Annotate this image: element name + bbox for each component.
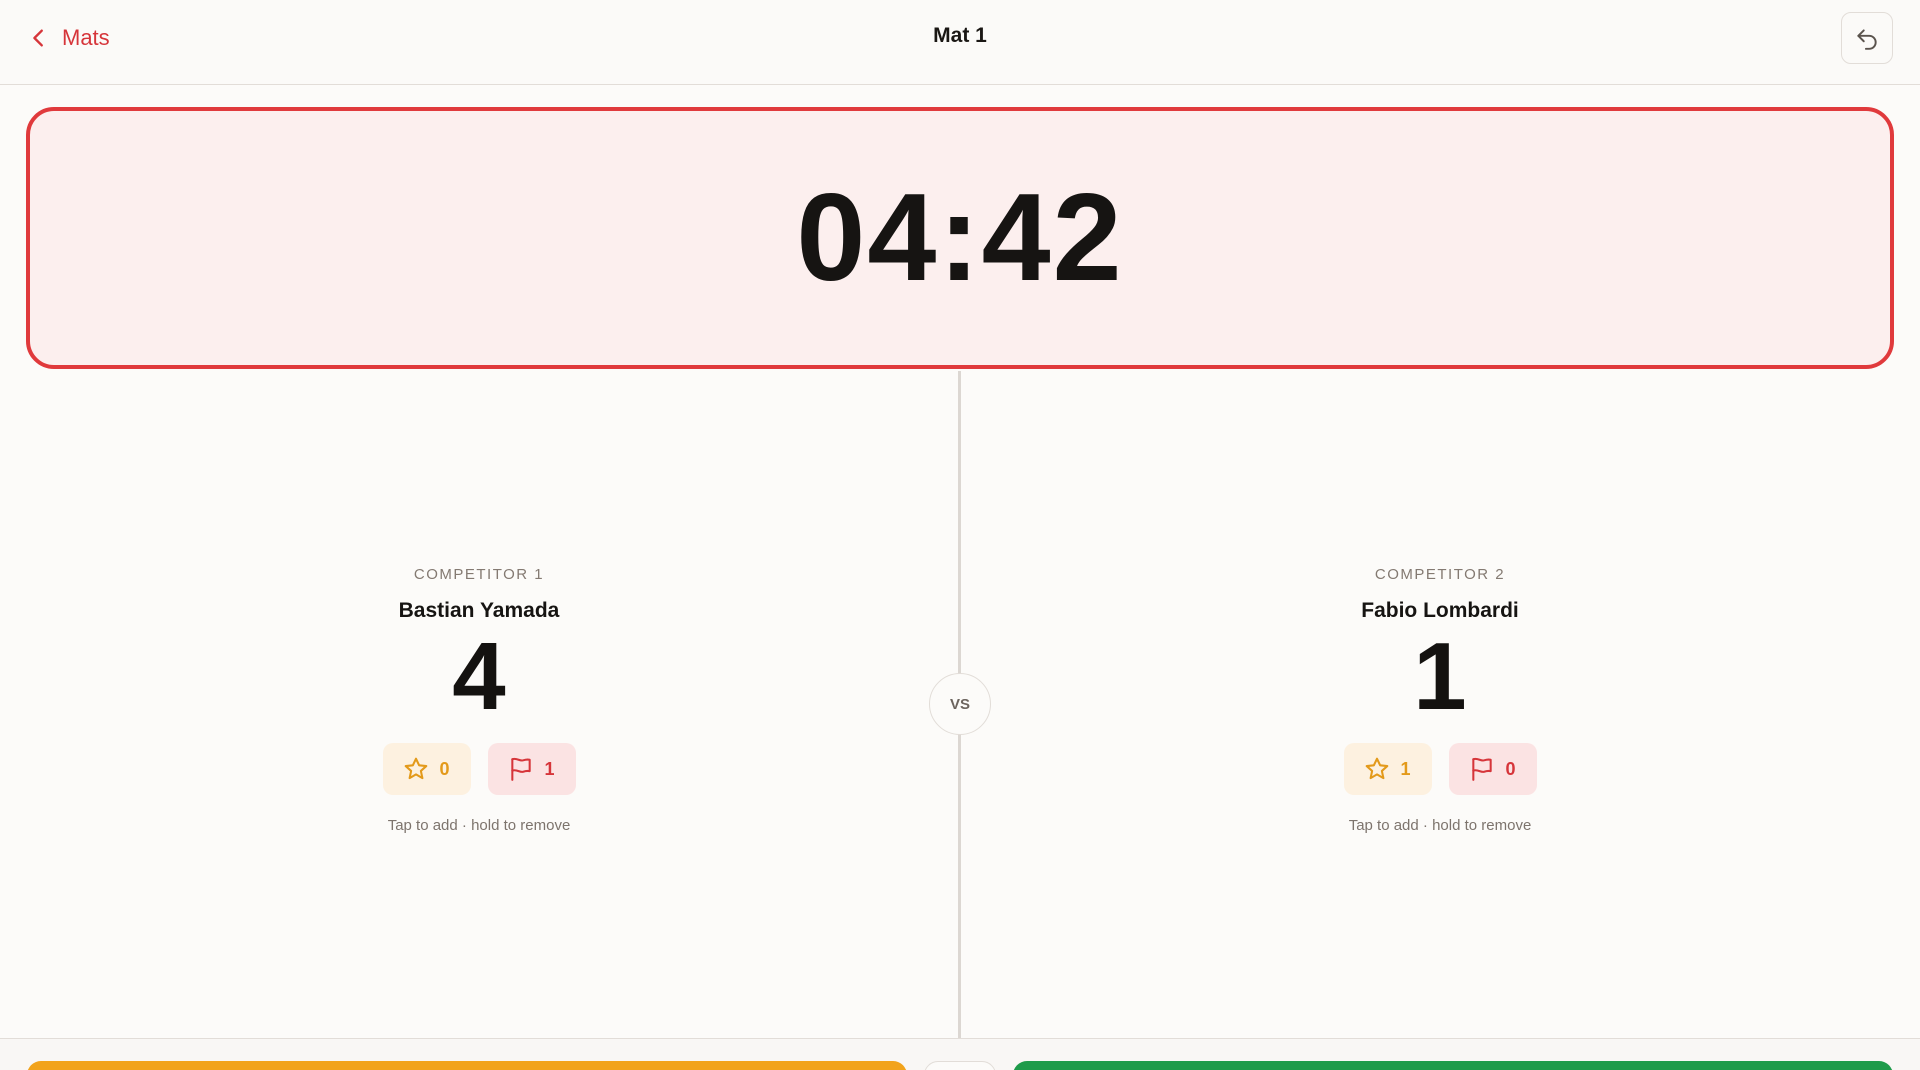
star-icon [405,757,428,780]
start-button[interactable] [1013,1061,1893,1070]
top-bar: Mats Mat 1 [0,0,1920,85]
penalty-button[interactable]: 1 [487,743,576,795]
competitor-name: Bastian Yamada [398,599,560,622]
reset-button[interactable] [924,1061,996,1070]
bottom-action-bar [0,1038,1920,1070]
competitor-2-panel: COMPETITOR 2 Fabio Lombardi 1 1 0 Tap to… [961,371,1919,1038]
competitor-1-panel: COMPETITOR 1 Bastian Yamada 4 0 1 Tap to… [0,371,958,1038]
competitor-label: COMPETITOR 1 [413,566,545,583]
pause-button[interactable] [27,1061,907,1070]
competitor-name: Fabio Lombardi [1361,599,1519,622]
tap-hint: Tap to add · hold to remove [387,817,571,834]
competitor-1-score[interactable]: 4 [452,629,505,725]
penalty-count: 1 [544,758,555,779]
page-title: Mat 1 [933,24,987,47]
competitor-2-score[interactable]: 1 [1413,629,1466,725]
penalty-button[interactable]: 0 [1448,743,1537,795]
timer-display: 04:42 [796,169,1124,307]
advantage-count: 0 [439,758,450,779]
competitor-2-chips: 1 0 [1343,743,1537,795]
flag-icon [1472,757,1493,781]
competitor-label: COMPETITOR 2 [1374,566,1506,583]
tap-hint: Tap to add · hold to remove [1348,817,1532,834]
advantage-button[interactable]: 0 [382,743,471,795]
flag-icon [511,757,532,781]
competitor-1-chips: 0 1 [382,743,576,795]
advantage-button[interactable]: 1 [1343,743,1432,795]
undo-button[interactable] [1841,12,1893,64]
star-icon [1366,757,1389,780]
match-timer[interactable]: 04:42 [26,107,1894,369]
undo-icon [1857,29,1877,50]
penalty-count: 0 [1505,758,1516,779]
vs-badge: VS [929,673,991,735]
advantage-count: 1 [1400,758,1411,779]
